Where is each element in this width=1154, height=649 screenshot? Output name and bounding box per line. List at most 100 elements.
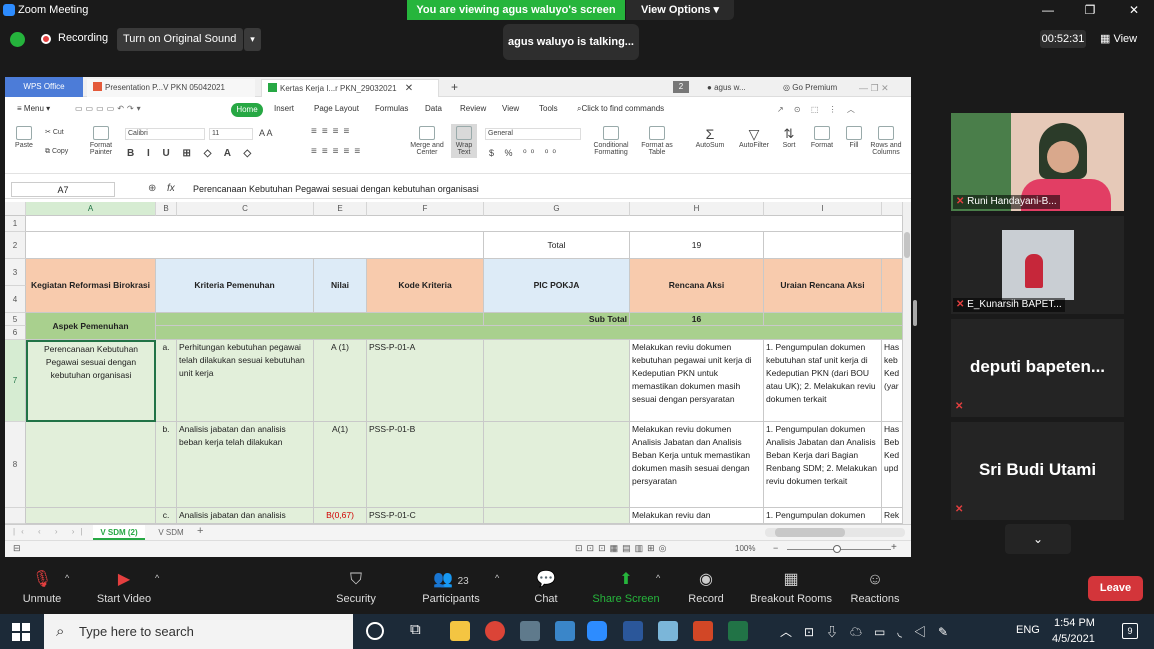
row-header-7[interactable]: 7	[5, 340, 26, 422]
cell-c7[interactable]: Perhitungan kebutuhan pegawai telah dila…	[177, 340, 314, 422]
row-2-i-cell[interactable]	[764, 232, 903, 259]
close-tab-icon[interactable]: ✕	[405, 83, 413, 94]
cortana-icon[interactable]	[366, 622, 384, 640]
header-uraian[interactable]: Uraian Rencana Aksi	[764, 259, 882, 313]
column-header-e[interactable]: E	[314, 202, 367, 216]
align-horizontal-icon[interactable]: ≡≡≡≡≡	[311, 146, 365, 157]
text-style-buttons-icon[interactable]: B I U ⊞ ◇ A ◇	[127, 148, 256, 159]
cell-a7-selected[interactable]: Perencanaan Kebutuhan Pegawai sesuai den…	[26, 340, 156, 422]
tab-data[interactable]: Data	[425, 104, 442, 113]
spreadsheet-grid[interactable]: A B C E F G H I 1 2 3 4 5 6 7 8 Total 19…	[5, 202, 903, 524]
zoom-in-button[interactable]: +	[891, 542, 897, 553]
header-rencana[interactable]: Rencana Aksi	[630, 259, 764, 313]
cell-g9[interactable]	[484, 508, 630, 524]
start-video-button[interactable]: ▶ Start Video	[84, 565, 164, 605]
cell-a9[interactable]	[26, 508, 156, 524]
total-value-cell[interactable]: 19	[630, 232, 764, 259]
cell-g7[interactable]	[484, 340, 630, 422]
cell-b7[interactable]: a.	[156, 340, 177, 422]
autofilter-button[interactable]: ▽ AutoFilter	[735, 126, 773, 149]
taskbar-search[interactable]: ⌕ Type here to search	[44, 614, 353, 649]
tab-tools[interactable]: Tools	[539, 104, 558, 113]
zoom-percent[interactable]: 100%	[735, 544, 755, 553]
tab-insert[interactable]: Insert	[274, 104, 294, 113]
share-options-caret[interactable]: ^	[656, 573, 660, 583]
column-header-f[interactable]: F	[367, 202, 484, 216]
add-sheet-button[interactable]: +	[197, 525, 203, 537]
row-1-empty[interactable]	[26, 216, 903, 232]
cell-h8[interactable]: Melakukan reviu dokumen Analisis Jabatan…	[630, 422, 764, 508]
tab-formulas[interactable]: Formulas	[375, 104, 408, 113]
tab-home[interactable]: Home	[231, 103, 263, 117]
cell-a8[interactable]	[26, 422, 156, 508]
row-5-i-cell[interactable]	[764, 313, 903, 326]
row-5-empty[interactable]	[156, 313, 484, 326]
cell-f9[interactable]: PSS-P-01-C	[367, 508, 484, 524]
unmute-button[interactable]: 🎙 Unmute	[2, 565, 82, 605]
paste-button[interactable]: Paste	[13, 126, 35, 149]
format-painter-button[interactable]: Format Painter	[87, 126, 115, 156]
zoom-formula-icon[interactable]: ⊕	[148, 183, 156, 194]
row-header-1[interactable]: 1	[5, 216, 26, 232]
minimize-button[interactable]: —	[1038, 2, 1058, 18]
autosum-button[interactable]: Σ AutoSum	[693, 126, 727, 149]
wps-window-controls-icon[interactable]: — ❐ ✕	[853, 79, 895, 97]
cell-c8[interactable]: Analisis jabatan dan analisis beban kerj…	[177, 422, 314, 508]
scrollbar-thumb[interactable]	[904, 232, 910, 258]
file-explorer-icon[interactable]	[450, 621, 470, 641]
windows-start-icon[interactable]	[12, 623, 30, 641]
row-header-6[interactable]: 6	[5, 326, 26, 340]
reactions-button[interactable]: ☺ Reactions	[835, 565, 915, 605]
column-header-a[interactable]: A	[26, 202, 156, 216]
participants-options-caret[interactable]: ^	[495, 573, 499, 583]
restore-button[interactable]: ❐	[1080, 2, 1100, 18]
excel-icon[interactable]	[728, 621, 748, 641]
rows-columns-button[interactable]: Rows and Columns	[869, 126, 903, 156]
clock-date[interactable]: 4/5/2021	[1052, 633, 1095, 645]
video-options-caret[interactable]: ^	[155, 573, 159, 583]
row-header-8[interactable]: 8	[5, 422, 26, 508]
subtotal-label-cell[interactable]: Sub Total	[484, 313, 630, 326]
powerpoint-icon[interactable]	[693, 621, 713, 641]
calculator-icon[interactable]	[520, 621, 540, 641]
security-button[interactable]: ⛉ Security	[316, 565, 396, 605]
breakout-rooms-button[interactable]: ▦ Breakout Rooms	[746, 565, 836, 605]
go-premium-link[interactable]: ◎ Go Premium	[777, 79, 843, 97]
fill-button[interactable]: Fill	[845, 126, 863, 149]
app-icon[interactable]	[555, 621, 575, 641]
column-header-h[interactable]: H	[630, 202, 764, 216]
video-tile-deputi[interactable]: deputi bapeten... ✕	[951, 319, 1124, 417]
header-kode[interactable]: Kode Kriteria	[367, 259, 484, 313]
row-header-2[interactable]: 2	[5, 232, 26, 259]
cell-i7[interactable]: 1. Pengumpulan dokumen kebutuhan staf un…	[764, 340, 882, 422]
row-2-empty[interactable]	[26, 232, 484, 259]
number-format-select[interactable]: General	[485, 128, 581, 140]
language-indicator[interactable]: ENG	[1016, 624, 1040, 636]
header-kegiatan[interactable]: Kegiatan Reformasi Birokrasi	[26, 259, 156, 313]
cell-b8[interactable]: b.	[156, 422, 177, 508]
chrome-icon[interactable]	[485, 621, 505, 641]
chat-button[interactable]: 💬 Chat	[506, 565, 586, 605]
sheet-tab-vsdm[interactable]: V SDM	[151, 525, 191, 540]
cell-g8[interactable]	[484, 422, 630, 508]
format-as-table-button[interactable]: Format as Table	[639, 126, 675, 156]
view-mode-icons[interactable]: ⊡⊡⊡▦▤▥⊞◎	[575, 543, 671, 554]
total-label-cell[interactable]: Total	[484, 232, 630, 259]
share-screen-button[interactable]: ⬆ Share Screen	[586, 565, 666, 605]
clock-time[interactable]: 1:54 PM	[1054, 617, 1095, 629]
header-nilai[interactable]: Nilai	[314, 259, 367, 313]
view-button[interactable]: ▦ View	[1100, 30, 1137, 48]
original-sound-dropdown[interactable]: ▾	[244, 28, 261, 51]
cell-j7[interactable]: Has keb Ked (yar	[882, 340, 903, 422]
tab-kertas-kerja[interactable]: Kertas Kerja I...r PKN_29032021 ✕	[261, 79, 439, 97]
cell-h7[interactable]: Melakukan reviu dokumen kebutuhan pegawa…	[630, 340, 764, 422]
close-button[interactable]: ✕	[1124, 2, 1144, 18]
fx-icon[interactable]: fx	[167, 183, 175, 194]
formula-input[interactable]: Perencanaan Kebutuhan Pegawai sesuai den…	[193, 184, 479, 194]
copy-button[interactable]: ⧉ Copy	[45, 148, 68, 156]
name-box[interactable]: A7	[11, 182, 115, 197]
security-shield-icon[interactable]	[10, 32, 25, 47]
tab-presentation[interactable]: Presentation P...V PKN 05042021	[87, 79, 255, 97]
cut-button[interactable]: ✂ Cut	[45, 128, 64, 136]
tab-page-layout[interactable]: Page Layout	[314, 104, 359, 113]
